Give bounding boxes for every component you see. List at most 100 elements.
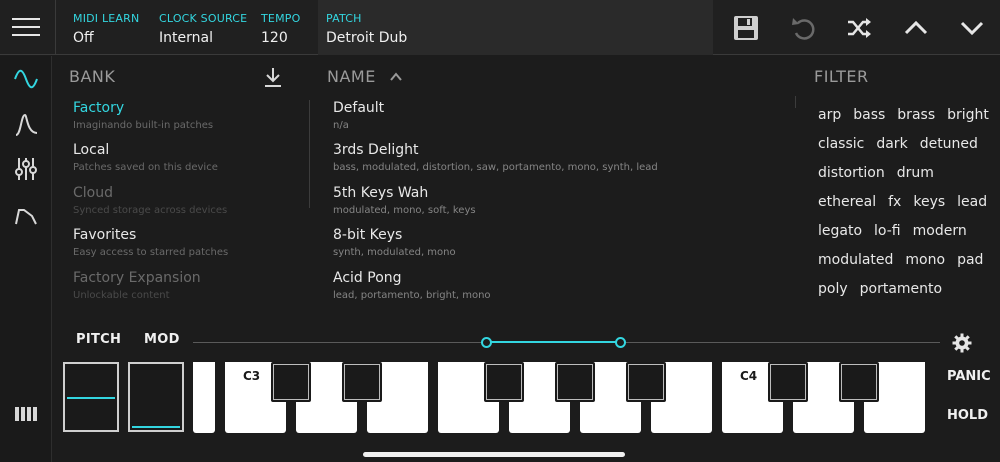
bank-item-subtitle: Easy access to starred patches: [73, 247, 229, 258]
menu-icon[interactable]: [12, 16, 40, 38]
filter-tag[interactable]: portamento: [854, 281, 948, 297]
bank-item-subtitle: Imaginando built-in patches: [73, 120, 214, 131]
chevron-up-icon[interactable]: [902, 14, 930, 42]
bank-item-subtitle: Unlockable content: [73, 290, 170, 301]
patch-item-tags: n/a: [333, 120, 349, 131]
divider: [55, 0, 56, 55]
panic-button[interactable]: PANIC: [947, 369, 991, 384]
filter-tag[interactable]: pad: [951, 252, 989, 268]
filter-tag[interactable]: modern: [907, 223, 973, 239]
bank-header: BANK: [69, 67, 116, 86]
bank-item-factory-expansion[interactable]: Factory Expansion Unlockable content: [73, 270, 201, 301]
filter-tag[interactable]: keys: [907, 194, 951, 210]
filter-tag[interactable]: lo-fi: [868, 223, 907, 239]
home-indicator[interactable]: [363, 452, 625, 457]
filter-tag[interactable]: fx: [882, 194, 907, 210]
bank-item-title: Local: [73, 142, 110, 158]
piano-black-key[interactable]: [768, 362, 808, 402]
filter-tag[interactable]: modulated: [812, 252, 899, 268]
pitch-label: PITCH: [76, 332, 122, 347]
piano-black-key[interactable]: [626, 362, 666, 402]
filter-tag[interactable]: lead: [951, 194, 993, 210]
range-start-handle[interactable]: [481, 337, 492, 348]
filter-tag[interactable]: bass: [847, 107, 891, 123]
bank-item-title: Cloud: [73, 185, 113, 201]
piano-white-key[interactable]: [193, 362, 215, 433]
bank-item-local[interactable]: Local Patches saved on this device: [73, 142, 218, 173]
bank-item-title: Favorites: [73, 227, 137, 243]
save-icon[interactable]: [732, 14, 760, 42]
bank-item-title: Factory: [73, 100, 125, 116]
pitch-wheel[interactable]: [63, 362, 119, 432]
filter-header: FILTER: [814, 67, 869, 86]
bank-item-subtitle: Patches saved on this device: [73, 162, 218, 173]
piano-black-key[interactable]: [484, 362, 524, 402]
filter-tag[interactable]: detuned: [914, 136, 984, 152]
side-rail: [0, 56, 52, 462]
hold-button[interactable]: HOLD: [947, 408, 988, 423]
patch-item-3rds-delight[interactable]: 3rds Delight bass, modulated, distortion…: [333, 142, 658, 173]
piano-black-key[interactable]: [271, 362, 311, 402]
key-label-c4: C4: [740, 369, 758, 383]
filter-tag[interactable]: mono: [899, 252, 951, 268]
filter-tag[interactable]: dark: [870, 136, 913, 152]
patch-item-title: Default: [333, 100, 385, 116]
download-icon[interactable]: [262, 66, 284, 88]
shuffle-icon[interactable]: [845, 14, 873, 42]
filter-tag[interactable]: drum: [891, 165, 940, 181]
patch-selector[interactable]: PATCH Detroit Dub: [318, 0, 713, 55]
filter-tag[interactable]: bright: [941, 107, 995, 123]
range-end-handle[interactable]: [615, 337, 626, 348]
filter-tag[interactable]: poly: [812, 281, 854, 297]
piano-black-key[interactable]: [342, 362, 382, 402]
patch-item-5th-keys-wah[interactable]: 5th Keys Wah modulated, mono, soft, keys: [333, 185, 476, 216]
bank-item-factory[interactable]: Factory Imaginando built-in patches: [73, 100, 213, 131]
patch-item-tags: modulated, mono, soft, keys: [333, 205, 476, 216]
mod-label: MOD: [144, 332, 180, 347]
pitch-wheel-position: [67, 397, 115, 399]
bank-item-title: Factory Expansion: [73, 270, 201, 286]
tempo-control[interactable]: TEMPO 120: [261, 12, 300, 46]
patch-item-title: 5th Keys Wah: [333, 185, 429, 201]
patch-label: PATCH: [326, 12, 362, 25]
gear-icon[interactable]: [952, 333, 972, 353]
mod-wheel-position: [132, 426, 180, 428]
midi-learn-label: MIDI LEARN: [73, 12, 140, 25]
patch-item-tags: synth, modulated, mono: [333, 247, 456, 258]
patch-item-8-bit-keys[interactable]: 8-bit Keys synth, modulated, mono: [333, 227, 456, 258]
keyboard-icon[interactable]: [13, 401, 39, 427]
filter-tag[interactable]: classic: [812, 136, 870, 152]
mixer-icon[interactable]: [13, 156, 39, 182]
patch-name: Detroit Dub: [326, 30, 408, 46]
bank-item-cloud[interactable]: Cloud Synced storage across devices: [73, 185, 227, 216]
chevron-down-icon[interactable]: [958, 14, 986, 42]
filter-tag[interactable]: legato: [812, 223, 868, 239]
piano-black-key[interactable]: [555, 362, 595, 402]
envelope-icon[interactable]: [13, 111, 39, 137]
clock-source-control[interactable]: CLOCK SOURCE Internal: [159, 12, 247, 46]
filter-tag[interactable]: distortion: [812, 165, 891, 181]
piano-black-key[interactable]: [839, 362, 879, 402]
patch-item-default[interactable]: Default n/a: [333, 100, 384, 131]
patch-item-acid-pong[interactable]: Acid Pong lead, portamento, bright, mono: [333, 270, 491, 301]
filter-shape-icon[interactable]: [13, 202, 39, 228]
filter-tag[interactable]: ethereal: [812, 194, 882, 210]
filter-tag[interactable]: brass: [891, 107, 941, 123]
top-bar: MIDI LEARN Off CLOCK SOURCE Internal TEM…: [0, 0, 1000, 55]
midi-learn-control[interactable]: MIDI LEARN Off: [73, 12, 139, 46]
mod-wheel[interactable]: [128, 362, 184, 432]
column-divider: [309, 100, 310, 208]
patch-item-title: 3rds Delight: [333, 142, 419, 158]
patch-item-title: 8-bit Keys: [333, 227, 403, 243]
keyboard-range-selection[interactable]: [486, 341, 620, 343]
undo-icon[interactable]: [789, 14, 817, 42]
filter-tag-list: arp bass brass bright classic dark detun…: [812, 100, 989, 303]
sort-asc-icon[interactable]: [389, 70, 403, 84]
filter-tag[interactable]: arp: [812, 107, 847, 123]
patch-item-tags: lead, portamento, bright, mono: [333, 290, 491, 301]
patch-item-tags: bass, modulated, distortion, saw, portam…: [333, 162, 658, 173]
sine-wave-icon[interactable]: [13, 66, 39, 92]
clock-source-label: CLOCK SOURCE: [159, 12, 248, 25]
name-header[interactable]: NAME: [327, 67, 376, 86]
bank-item-favorites[interactable]: Favorites Easy access to starred patches: [73, 227, 228, 258]
